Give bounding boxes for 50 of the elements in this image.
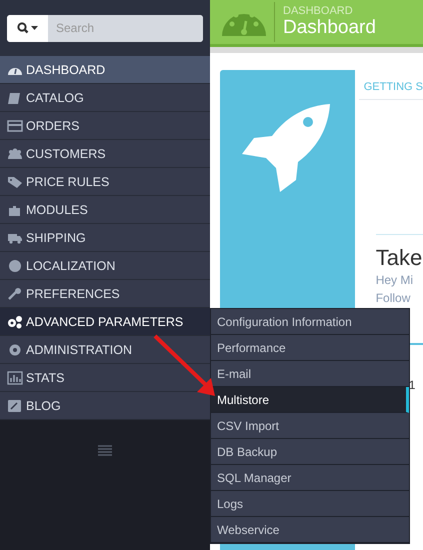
menu-item[interactable]: MODULES	[0, 196, 210, 224]
menu-item[interactable]: PRICE RULES	[0, 168, 210, 196]
menu-label: SHIPPING	[26, 230, 86, 244]
card-text: Hey Mi	[376, 272, 414, 289]
submenu-item[interactable]: CSV Import	[211, 413, 409, 439]
page-title: Dashboard	[283, 17, 376, 40]
menu-item[interactable]: ADMINISTRATION	[0, 336, 210, 364]
menu-label: ADVANCED PARAMETERS	[26, 314, 184, 328]
menu-label: MODULES	[26, 202, 88, 216]
menu-label: PRICE RULES	[26, 174, 110, 188]
menu-label: ORDERS	[26, 118, 80, 132]
menu-item[interactable]: BLOG	[0, 392, 210, 420]
menu-item[interactable]: STATS	[0, 364, 210, 392]
menu-item[interactable]: SHIPPING	[0, 224, 210, 252]
menu-label: DASHBOARD	[26, 62, 106, 76]
submenu-item[interactable]: SQL Manager	[211, 465, 409, 491]
wrench-icon	[7, 286, 23, 300]
value-text: 1	[408, 378, 416, 392]
menu-item[interactable]: DASHBOARD	[0, 56, 210, 84]
card-text: Follow	[376, 290, 412, 307]
bar-chart-icon	[7, 370, 23, 384]
search-field[interactable]: Search	[7, 14, 203, 42]
menu-label: PREFERENCES	[26, 286, 120, 300]
menu-label: CATALOG	[26, 90, 84, 104]
menu-label: STATS	[26, 370, 64, 384]
menu-item[interactable]: LOCALIZATION	[0, 252, 210, 280]
submenu-item[interactable]: Logs	[211, 491, 409, 517]
submenu-item[interactable]: Performance	[211, 335, 409, 361]
menu-item[interactable]: CUSTOMERS	[0, 140, 210, 168]
users-icon	[7, 146, 23, 160]
menu-label: ADMINISTRATION	[26, 342, 132, 356]
gear-icon	[7, 342, 23, 356]
rocket-icon	[242, 102, 332, 192]
tag-icon	[7, 174, 23, 188]
submenu-item[interactable]: Multistore	[211, 387, 409, 413]
menu-item[interactable]: ADVANCED PARAMETERS	[0, 308, 210, 336]
submenu-item[interactable]: Configuration Information	[211, 309, 409, 335]
credit-card-icon	[7, 118, 23, 132]
card-heading: Take	[376, 234, 423, 271]
pencil-icon	[7, 398, 23, 412]
menu-item[interactable]: CATALOG	[0, 84, 210, 112]
search-icon[interactable]	[7, 14, 48, 42]
menu-label: LOCALIZATION	[26, 258, 116, 272]
menu-label: CUSTOMERS	[26, 146, 106, 160]
menu-item[interactable]: ORDERS	[0, 112, 210, 140]
menu-item[interactable]: PREFERENCES	[0, 280, 210, 308]
menu-icon[interactable]	[98, 445, 112, 457]
menu-label: BLOG	[26, 398, 61, 412]
submenu-item[interactable]: DB Backup	[211, 439, 409, 465]
submenu-item[interactable]: Webservice	[211, 517, 409, 543]
